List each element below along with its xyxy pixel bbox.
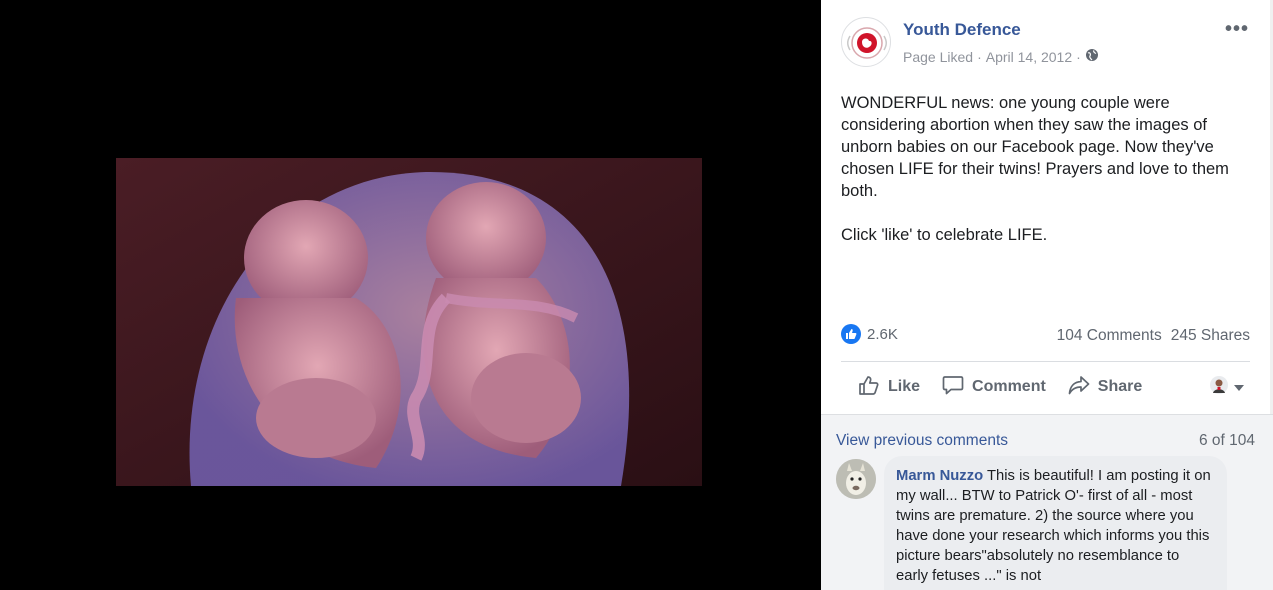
post-meta: Page Liked · April 14, 2012 · [903,48,1099,65]
page-liked-label: Page Liked [903,48,974,65]
youth-defence-logo-icon[interactable] [841,17,891,67]
post-paragraph: WONDERFUL news: one young couple were co… [841,94,1229,200]
share-arrow-icon [1068,374,1090,401]
meta-separator: · [977,48,982,65]
like-reaction-icon [841,324,861,344]
like-button[interactable]: Like [858,374,920,401]
shares-count-link[interactable]: 245 Shares [1171,327,1250,345]
meta-separator: · [1076,48,1081,65]
page-name-link[interactable]: Youth Defence [903,20,1021,40]
comment-text: This is beautiful! I am posting it on my… [896,468,1211,584]
post-date-link[interactable]: April 14, 2012 [986,49,1072,65]
post-side-panel: Youth Defence Page Liked · April 14, 201… [821,0,1273,590]
post-photo[interactable] [116,158,702,486]
comment-author-link[interactable]: Marm Nuzzo [896,468,983,484]
comment-button[interactable]: Comment [942,374,1046,401]
comments-section: View previous comments 6 of 104 Marm Nuz… [821,414,1273,590]
react-as-selector[interactable] [1210,375,1244,399]
like-label: Like [888,378,921,395]
view-previous-comments-link[interactable]: View previous comments [836,432,1008,450]
comment-label: Comment [972,378,1046,395]
profile-avatar-icon [1210,375,1228,399]
reactions-summary: 2.6K 104 Comments 245 Shares [841,322,1250,348]
post-message: WONDERFUL news: one young couple were co… [841,92,1253,246]
twins-womb-image [116,158,702,486]
share-label: Share [1097,378,1143,395]
globe-icon[interactable] [1085,48,1099,65]
post-paragraph: Click 'like' to celebrate LIFE. [841,226,1048,244]
post-actions: Like Comment Share [841,364,1250,410]
comment-bubble-icon [942,374,964,401]
comment-item: Marm Nuzzo This is beautiful! I am posti… [884,456,1227,590]
caret-down-icon [1234,378,1244,396]
more-options-button[interactable]: ••• [1225,19,1249,39]
like-count-label: 2.6K [867,325,898,343]
thumbs-up-icon [858,374,880,401]
like-count[interactable]: 2.6K [841,324,898,344]
comments-count-link[interactable]: 104 Comments [1057,327,1162,345]
divider [841,361,1250,362]
avatar[interactable] [836,459,876,499]
post-header: Youth Defence Page Liked · April 14, 201… [841,17,1273,69]
share-button[interactable]: Share [1068,374,1142,401]
engagement-counts: 104 Comments 245 Shares [1057,327,1250,345]
photo-viewer [0,0,821,590]
comments-position: 6 of 104 [1198,432,1255,449]
